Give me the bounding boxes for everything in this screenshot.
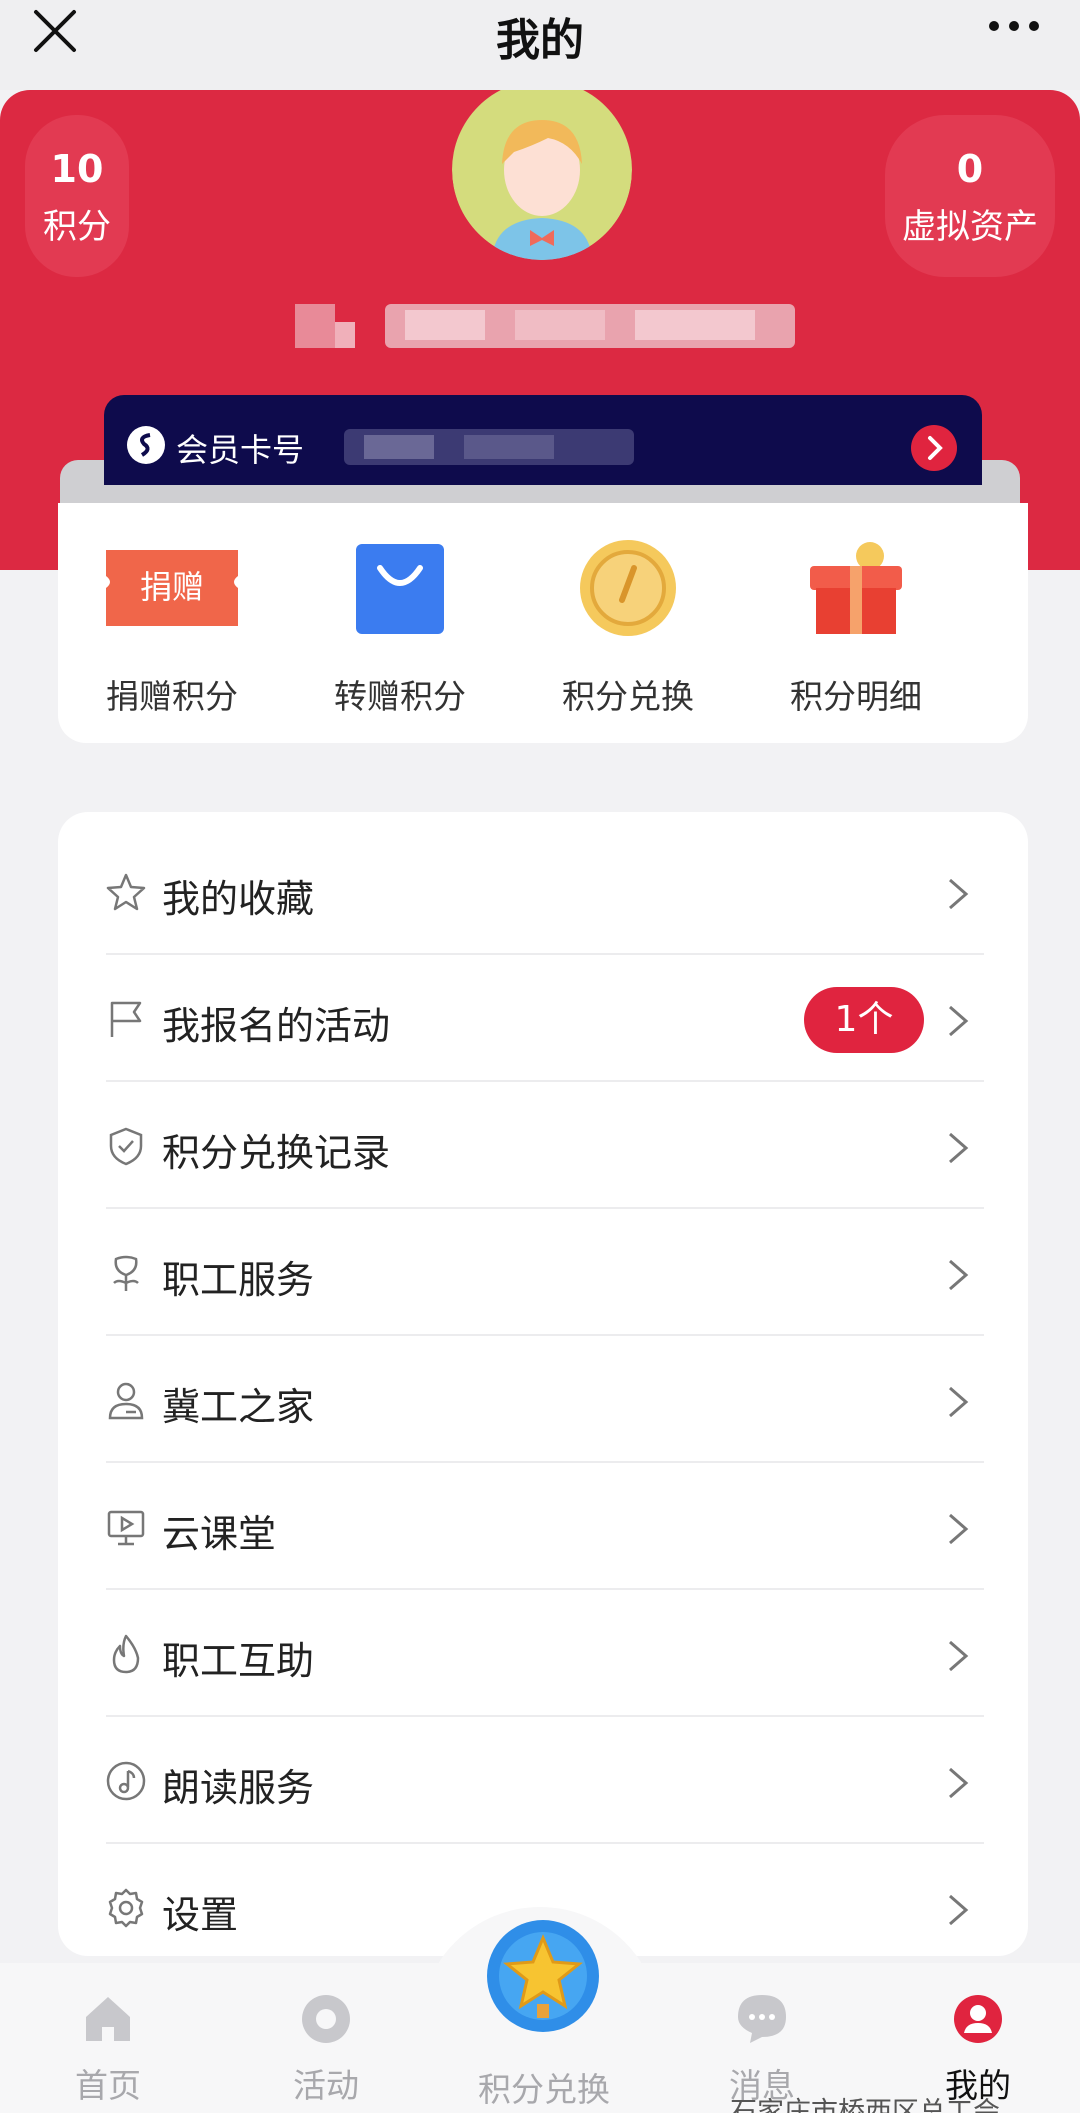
chevron-right-icon: [949, 1640, 969, 1672]
gear-icon: [108, 1888, 144, 1928]
menu-item-label: 冀工之家: [162, 1385, 315, 1429]
chevron-right-icon: [949, 1513, 969, 1545]
chevron-right-icon: [949, 1132, 969, 1164]
watermark: 石家庄市桥西区总工会: [730, 2097, 1000, 2113]
arrow-right-circle-icon[interactable]: [911, 425, 957, 471]
chevron-right-icon: [949, 878, 969, 910]
menu-item-redeem-records[interactable]: 积分兑换记录: [106, 1082, 984, 1209]
profile-icon: [954, 1995, 1002, 2043]
menu-item-my-activities[interactable]: 我报名的活动 1个: [106, 955, 984, 1082]
fire-icon: [112, 1634, 140, 1674]
star-icon: [106, 873, 146, 911]
menu-item-label: 我报名的活动: [162, 1004, 391, 1048]
redeem-points-action[interactable]: 积分兑换: [514, 538, 742, 718]
more-options-icon[interactable]: [986, 16, 1042, 36]
menu-item-label: 积分兑换记录: [162, 1131, 391, 1175]
menu-item-worker-services[interactable]: 职工服务: [106, 1209, 984, 1336]
menu-item-label: 云课堂: [162, 1512, 277, 1556]
menu-list: 我的收藏 我报名的活动 1个 积分兑换记录 职工服务 冀工之家 云课堂 职工互助…: [58, 812, 1028, 1956]
member-card-number-blurred: [344, 429, 634, 465]
points-detail-action[interactable]: 积分明细: [742, 538, 970, 718]
menu-item-ji-workers-home[interactable]: 冀工之家: [106, 1336, 984, 1463]
points-stat[interactable]: 10 积分: [25, 115, 129, 277]
action-label: 转赠积分: [334, 677, 466, 716]
action-label: 捐赠积分: [106, 677, 238, 716]
svg-text:捐赠: 捐赠: [140, 568, 204, 606]
menu-item-label: 朗读服务: [162, 1766, 315, 1810]
chevron-right-icon: [949, 1767, 969, 1799]
assets-label: 虚拟资产: [902, 207, 1038, 247]
tab-activities[interactable]: 活动: [246, 1993, 406, 2107]
menu-item-worker-mutual-aid[interactable]: 职工互助: [106, 1590, 984, 1717]
top-navigation-bar: 我的: [0, 0, 1080, 90]
activity-count-badge: 1个: [804, 987, 924, 1053]
points-actions-card: 捐赠 捐赠积分 转赠积分 积分兑换 积分明细: [58, 503, 1028, 743]
donate-points-action[interactable]: 捐赠 捐赠积分: [58, 538, 286, 718]
member-card[interactable]: 会员卡号: [104, 395, 982, 485]
chevron-right-icon: [949, 1894, 969, 1926]
menu-item-label: 职工互助: [162, 1639, 315, 1683]
coin-icon: [127, 426, 165, 464]
flag-icon: [110, 1001, 142, 1037]
menu-item-reading-service[interactable]: 朗读服务: [106, 1717, 984, 1844]
music-note-icon: [106, 1761, 146, 1801]
action-label: 积分兑换: [562, 677, 694, 716]
gold-coin-icon: [580, 540, 676, 636]
tab-label: 首页: [75, 2066, 141, 2105]
donate-ticket-icon: 捐赠: [106, 550, 238, 626]
message-icon: [738, 1995, 786, 2043]
member-card-label: 会员卡号: [176, 431, 305, 469]
shopping-bag-icon: [356, 544, 444, 634]
page-title: 我的: [496, 15, 584, 66]
activity-icon: [302, 1995, 350, 2043]
menu-item-label: 我的收藏: [162, 877, 315, 921]
shield-check-icon: [109, 1127, 143, 1166]
transfer-points-action[interactable]: 转赠积分: [286, 538, 514, 718]
menu-item-favorites[interactable]: 我的收藏: [106, 828, 984, 955]
tab-points-redeem[interactable]: 积分兑换: [464, 2063, 624, 2111]
assets-value: 0: [956, 147, 984, 191]
points-value: 10: [50, 147, 104, 191]
menu-item-label: 设置: [162, 1893, 239, 1937]
flower-icon: [113, 1255, 139, 1291]
virtual-assets-stat[interactable]: 0 虚拟资产: [885, 115, 1055, 277]
chevron-right-icon: [949, 1386, 969, 1418]
star-trophy-icon[interactable]: [485, 1918, 601, 2034]
tab-label: 积分兑换: [478, 2070, 610, 2109]
person-icon: [108, 1382, 144, 1420]
action-label: 积分明细: [790, 677, 922, 716]
tab-home[interactable]: 首页: [28, 1993, 188, 2107]
username-blurred: [295, 304, 795, 348]
points-label: 积分: [43, 207, 111, 247]
video-screen-icon: [107, 1510, 145, 1546]
tab-label: 活动: [293, 2066, 359, 2105]
menu-item-label: 职工服务: [162, 1258, 315, 1302]
gift-box-icon: [810, 542, 902, 634]
chevron-right-icon: [949, 1259, 969, 1291]
menu-item-cloud-classroom[interactable]: 云课堂: [106, 1463, 984, 1590]
chevron-right-icon: [949, 1005, 969, 1037]
home-icon: [86, 1997, 130, 2041]
